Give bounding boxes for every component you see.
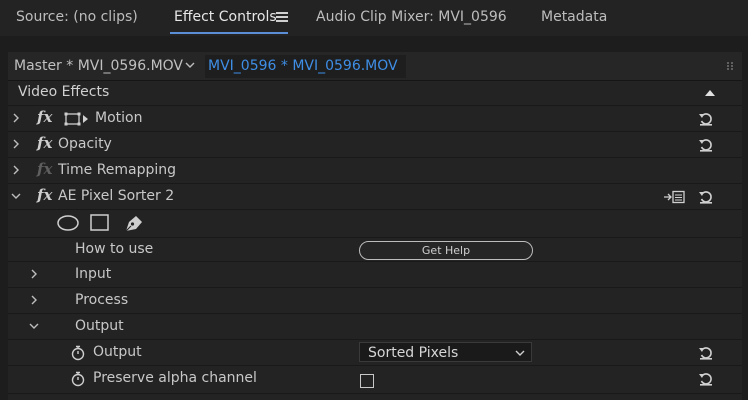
effect-name: Time Remapping <box>58 162 177 178</box>
pen-mask-icon[interactable] <box>123 213 145 233</box>
chevron-right-icon[interactable] <box>10 138 22 150</box>
reset-icon[interactable] <box>698 371 714 387</box>
reset-icon[interactable] <box>698 137 714 153</box>
effect-name: Opacity <box>58 136 112 152</box>
tab-effect-controls[interactable]: Effect Controls <box>174 9 277 25</box>
param-row-how-to-use: How to use Get Help <box>8 238 742 262</box>
mask-tools-row <box>8 210 742 238</box>
param-label: Output <box>93 344 142 360</box>
transform-box-icon[interactable] <box>64 111 90 127</box>
param-group-process[interactable]: Process <box>8 288 742 314</box>
chevron-right-icon[interactable] <box>10 112 22 124</box>
reset-icon[interactable] <box>698 189 714 205</box>
param-label: How to use <box>75 241 154 257</box>
panel-menu-icon[interactable] <box>276 12 288 22</box>
param-group-label: Output <box>75 318 124 334</box>
chevron-right-icon[interactable] <box>10 164 22 176</box>
chevron-down-icon[interactable] <box>28 320 40 332</box>
effect-row-motion[interactable]: fx Motion <box>8 106 742 132</box>
ellipse-mask-icon[interactable] <box>56 215 80 231</box>
master-clip-label[interactable]: Master * MVI_0596.MOV <box>14 58 183 74</box>
effect-row-time-remapping[interactable]: fx Time Remapping <box>8 158 742 184</box>
tab-source[interactable]: Source: (no clips) <box>16 9 138 25</box>
fx-toggle[interactable]: fx <box>37 108 52 126</box>
chevron-down-icon[interactable] <box>184 59 196 71</box>
chevron-down-icon[interactable] <box>10 190 22 202</box>
grip-icon[interactable] <box>726 61 734 71</box>
chevron-right-icon[interactable] <box>28 294 40 306</box>
rectangle-mask-icon[interactable] <box>90 214 110 232</box>
param-row-preserve-alpha: Preserve alpha channel <box>8 366 742 394</box>
fx-toggle[interactable]: fx <box>37 134 52 152</box>
chevron-down-icon <box>515 350 525 356</box>
param-row-output: Output Sorted Pixels <box>8 340 742 366</box>
reset-icon[interactable] <box>698 345 714 361</box>
param-label: Preserve alpha channel <box>93 370 257 386</box>
active-clip-label[interactable]: MVI_0596 * MVI_0596.MOV <box>208 58 398 74</box>
param-group-label: Process <box>75 292 129 308</box>
panel-tab-bar: Source: (no clips) Effect Controls Audio… <box>0 0 748 36</box>
reset-icon[interactable] <box>698 111 714 127</box>
param-group-label: Input <box>75 266 112 282</box>
preserve-alpha-checkbox[interactable] <box>360 374 374 388</box>
effect-row-opacity[interactable]: fx Opacity <box>8 132 742 158</box>
effect-name: AE Pixel Sorter 2 <box>58 188 175 204</box>
effect-row-pixel-sorter[interactable]: fx AE Pixel Sorter 2 <box>8 184 742 210</box>
active-tab-underline <box>170 32 288 34</box>
param-group-input[interactable]: Input <box>8 262 742 288</box>
tab-audio-clip-mixer[interactable]: Audio Clip Mixer: MVI_0596 <box>316 9 507 25</box>
stopwatch-icon[interactable] <box>70 371 86 387</box>
effect-name: Motion <box>95 110 143 126</box>
collapse-up-icon[interactable] <box>704 89 716 97</box>
fx-toggle-disabled: fx <box>37 160 53 178</box>
fx-toggle[interactable]: fx <box>37 186 52 204</box>
stopwatch-icon[interactable] <box>70 345 86 361</box>
video-effects-header: Video Effects <box>8 80 742 106</box>
clip-selector-bar: Master * MVI_0596.MOV MVI_0596 * MVI_059… <box>8 52 742 81</box>
output-dropdown[interactable]: Sorted Pixels <box>359 342 532 362</box>
chevron-right-icon[interactable] <box>28 268 40 280</box>
param-group-output[interactable]: Output <box>8 314 742 340</box>
effect-preset-icon[interactable] <box>664 190 686 204</box>
dropdown-value: Sorted Pixels <box>368 345 459 361</box>
get-help-button[interactable]: Get Help <box>359 241 533 260</box>
tab-metadata[interactable]: Metadata <box>541 9 607 25</box>
section-title: Video Effects <box>18 84 110 100</box>
